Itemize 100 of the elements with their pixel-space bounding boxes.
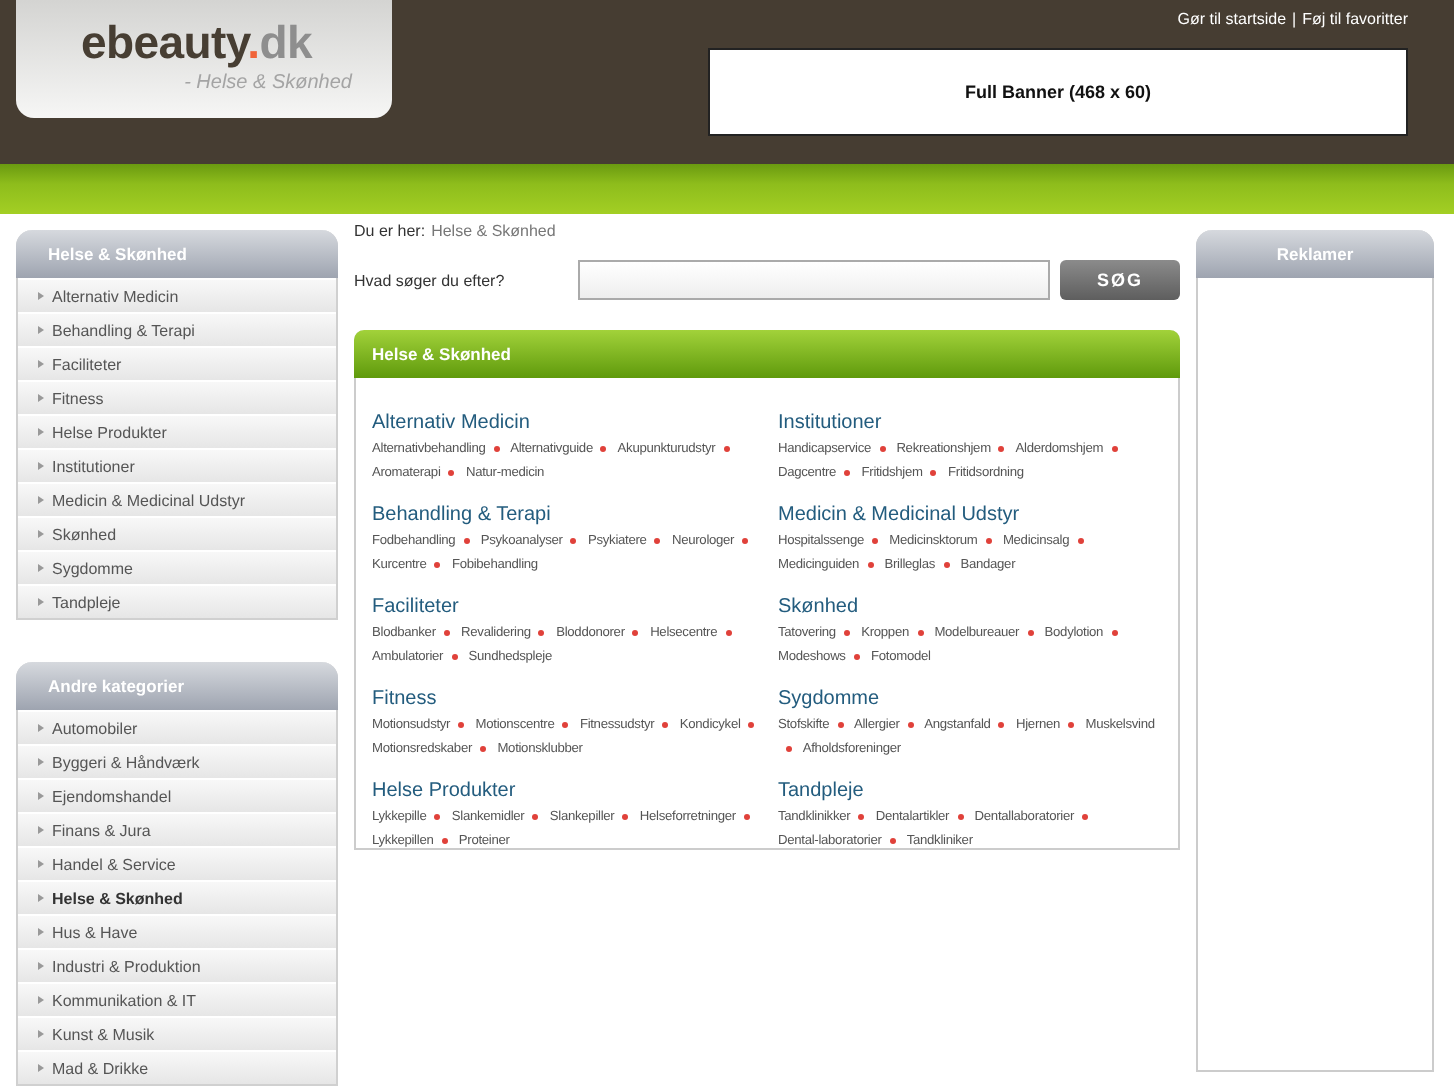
arrow-icon xyxy=(38,428,44,436)
separator-dot xyxy=(725,629,732,636)
sidebar-item[interactable]: Industri & Produktion xyxy=(18,948,336,982)
arrow-icon xyxy=(38,1030,44,1038)
header-link[interactable]: Gør til startside xyxy=(1177,10,1287,28)
separator-dot xyxy=(998,445,1005,452)
separator-dot xyxy=(622,813,629,820)
category-link[interactable]: Behandling & Terapi xyxy=(372,504,551,528)
sidebar-item[interactable]: Alternativ Medicin xyxy=(18,278,336,312)
sidebar-item[interactable]: Ejendomshandel xyxy=(18,778,336,812)
arrow-icon xyxy=(38,996,44,1004)
separator-dot xyxy=(562,721,569,728)
sidebar-item[interactable]: Behandling & Terapi xyxy=(18,312,336,346)
breadcrumb-label: Du er her: xyxy=(354,222,426,244)
ad-heading: Reklamer xyxy=(1196,230,1434,278)
separator-dot xyxy=(448,469,455,476)
separator-dot xyxy=(480,745,487,752)
arrow-icon xyxy=(38,826,44,834)
category-link[interactable]: Tandpleje xyxy=(778,780,864,804)
category-link[interactable]: Institutioner xyxy=(778,412,882,436)
logo[interactable]: ebeauty.dk xyxy=(81,14,352,70)
arrow-icon xyxy=(38,928,44,936)
sidebar-item[interactable]: Institutioner xyxy=(18,448,336,482)
category-link[interactable]: Skønhed xyxy=(778,596,859,620)
separator-dot xyxy=(1082,813,1089,820)
separator-dot xyxy=(743,813,750,820)
separator-dot xyxy=(879,445,885,452)
arrow-icon xyxy=(38,792,44,800)
separator-dot xyxy=(570,537,577,544)
separator-dot xyxy=(930,469,937,476)
breadcrumb-link[interactable]: Helse & Skønhed xyxy=(431,222,556,254)
sidebar-item[interactable]: Helse Produkter xyxy=(18,414,336,448)
separator-dot xyxy=(441,837,448,844)
arrow-icon xyxy=(38,530,44,538)
sidebar-item[interactable]: Medicin & Medicinal Udstyr xyxy=(18,482,336,516)
sidebar-heading: Andre kategorier xyxy=(16,662,338,710)
arrow-icon xyxy=(38,326,44,334)
separator-dot xyxy=(1077,537,1084,544)
separator-dot xyxy=(957,813,964,820)
separator-dot xyxy=(538,629,545,636)
separator-dot xyxy=(985,537,992,544)
separator-dot xyxy=(917,629,923,636)
separator-dot xyxy=(1111,445,1118,452)
separator-dot xyxy=(434,813,441,820)
search-field[interactable] xyxy=(578,260,1050,300)
separator-dot xyxy=(600,445,607,452)
separator-dot xyxy=(493,445,500,452)
tagline: - Helse & Skønhed xyxy=(184,70,352,96)
sidebar-item[interactable]: Fitness xyxy=(18,380,336,414)
arrow-icon xyxy=(38,1064,44,1072)
sidebar-item[interactable]: Automobiler xyxy=(18,710,336,744)
separator-dot xyxy=(858,813,865,820)
separator-dot xyxy=(1111,629,1118,636)
separator-dot xyxy=(907,721,914,728)
search-button[interactable]: SØG xyxy=(1060,260,1180,300)
sidebar-item[interactable]: Mad & Drikke xyxy=(18,1050,336,1084)
arrow-icon xyxy=(38,496,44,504)
category-link[interactable]: Helse Produkter xyxy=(372,780,516,804)
separator-dot xyxy=(998,721,1005,728)
arrow-icon xyxy=(38,564,44,572)
header-link[interactable]: Føj til favoritter xyxy=(1302,10,1408,28)
separator-dot xyxy=(1027,629,1034,636)
sidebar-item[interactable]: Faciliteter xyxy=(18,346,336,380)
separator-dot xyxy=(532,813,539,820)
separator-dot xyxy=(844,469,851,476)
arrow-icon xyxy=(38,292,44,300)
panel-heading: Helse & Skønhed xyxy=(354,330,1180,378)
sidebar-item[interactable]: Kommunikation & IT xyxy=(18,982,336,1016)
separator-dot xyxy=(871,537,878,544)
separator-dot xyxy=(1068,721,1075,728)
arrow-icon xyxy=(38,894,44,902)
arrow-icon xyxy=(38,962,44,970)
arrow-icon xyxy=(38,462,44,470)
separator-dot xyxy=(843,629,850,636)
arrow-icon xyxy=(38,394,44,402)
sidebar-item[interactable]: Helse & Skønhed xyxy=(18,880,336,914)
separator-dot xyxy=(853,653,860,660)
sidebar-item[interactable]: Kunst & Musik xyxy=(18,1016,336,1050)
separator-dot xyxy=(786,745,792,752)
separator-dot xyxy=(742,537,749,544)
sidebar-item[interactable]: Tandpleje xyxy=(18,584,336,618)
sidebar-item[interactable]: Hus & Have xyxy=(18,914,336,948)
sidebar-item[interactable]: Handel & Service xyxy=(18,846,336,880)
category-link[interactable]: Faciliteter xyxy=(372,596,459,620)
sidebar-item[interactable]: Finans & Jura xyxy=(18,812,336,846)
category-link[interactable]: Alternativ Medicin xyxy=(372,412,530,436)
separator-dot xyxy=(723,445,730,452)
link-separator: | xyxy=(1292,10,1297,28)
ad-banner: Full Banner (468 x 60) xyxy=(708,48,1408,136)
category-link[interactable]: Fitness xyxy=(372,688,437,712)
separator-dot xyxy=(463,537,470,544)
sidebar-item[interactable]: Sygdomme xyxy=(18,550,336,584)
sidebar-item[interactable]: Skønhed xyxy=(18,516,336,550)
separator-dot xyxy=(867,561,874,568)
arrow-icon xyxy=(38,860,44,868)
category-link[interactable]: Sygdomme xyxy=(778,688,880,712)
sidebar-heading: Helse & Skønhed xyxy=(16,230,338,278)
sidebar-item[interactable]: Byggeri & Håndværk xyxy=(18,744,336,778)
separator-dot xyxy=(434,561,441,568)
category-link[interactable]: Medicin & Medicinal Udstyr xyxy=(778,504,1020,528)
